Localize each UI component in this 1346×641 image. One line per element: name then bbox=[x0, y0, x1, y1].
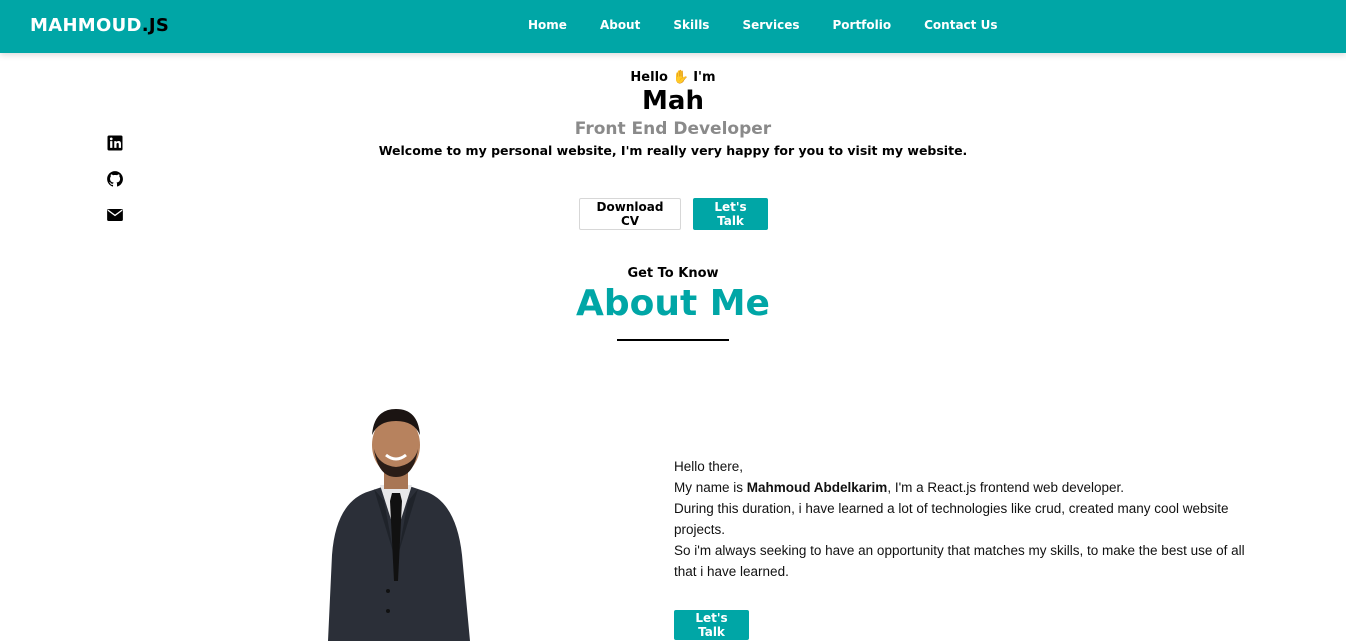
about-line-name-suffix: , I'm a React.js frontend web developer. bbox=[887, 480, 1125, 495]
github-icon[interactable] bbox=[106, 170, 124, 188]
nav-portfolio[interactable]: Portfolio bbox=[832, 18, 891, 32]
about-subtitle: Get To Know bbox=[627, 266, 719, 281]
site-logo[interactable]: MAHMOUD.JS bbox=[30, 15, 169, 36]
about-lets-talk-button[interactable]: Let's Talk bbox=[674, 610, 749, 640]
about-description: Hello there, My name is Mahmoud Abdelkar… bbox=[674, 456, 1254, 582]
hero-section: Hello ✋ I'm Mah Front End Developer Welc… bbox=[0, 68, 1346, 158]
about-full-name: Mahmoud Abdelkarim bbox=[746, 480, 888, 495]
about-heading: Get To Know About Me bbox=[0, 266, 1346, 341]
nav-about[interactable]: About bbox=[600, 18, 640, 32]
logo-name: MAHMOUD bbox=[30, 15, 142, 36]
nav-skills[interactable]: Skills bbox=[673, 18, 709, 32]
profile-photo bbox=[328, 409, 470, 641]
logo-suffix: .JS bbox=[141, 15, 170, 36]
about-line-goal: So i'm always seeking to have an opportu… bbox=[674, 543, 1245, 579]
hero-greeting: Hello ✋ I'm bbox=[630, 70, 716, 85]
hero-buttons: Download CV Let's Talk bbox=[579, 198, 768, 230]
nav-contact[interactable]: Contact Us bbox=[924, 18, 997, 32]
nav-links: Home About Skills Services Portfolio Con… bbox=[528, 18, 1030, 32]
about-line-greeting: Hello there, bbox=[674, 459, 744, 474]
nav-home[interactable]: Home bbox=[528, 18, 567, 32]
navbar: MAHMOUD.JS Home About Skills Services Po… bbox=[0, 0, 1346, 53]
about-line-experience: During this duration, i have learned a l… bbox=[674, 501, 1229, 537]
nav-services[interactable]: Services bbox=[742, 18, 799, 32]
hero-lets-talk-button[interactable]: Let's Talk bbox=[693, 198, 768, 230]
about-line-name-prefix: My name is bbox=[674, 480, 747, 495]
hero-welcome: Welcome to my personal website, I'm real… bbox=[378, 143, 968, 158]
about-title: About Me bbox=[576, 283, 770, 324]
about-line-name: My name is Mahmoud Abdelkarim, I'm a Rea… bbox=[674, 477, 1254, 498]
about-title-underline bbox=[617, 339, 729, 341]
hero-name: Mah bbox=[642, 86, 704, 116]
hero-role: Front End Developer bbox=[574, 119, 772, 139]
email-icon[interactable] bbox=[106, 206, 124, 224]
download-cv-button[interactable]: Download CV bbox=[579, 198, 681, 230]
